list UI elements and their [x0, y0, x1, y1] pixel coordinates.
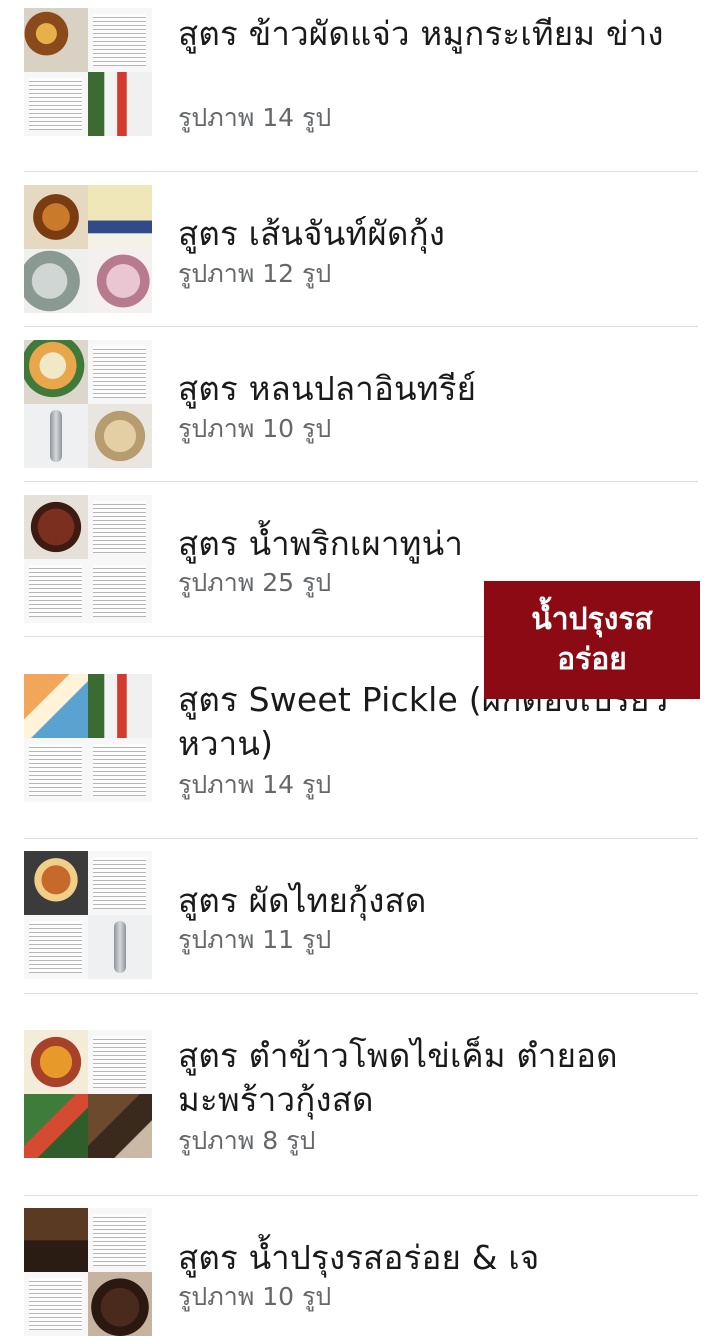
photo-tile: [88, 1030, 152, 1094]
photo-tile: [88, 340, 152, 404]
photo-tile: [24, 1030, 88, 1094]
album-title[interactable]: สูตร เส้นจันท์ผัดกุ้ง: [178, 212, 678, 256]
photo-tile: [24, 915, 88, 979]
photo-tile: [88, 404, 152, 468]
divider: [24, 171, 698, 172]
photo-tile: [88, 495, 152, 559]
photo-count: รูปภาพ 10 รูป: [178, 414, 332, 443]
album-thumbnail[interactable]: [24, 340, 152, 468]
photo-tile: [24, 674, 88, 738]
album-thumbnail[interactable]: [24, 8, 152, 136]
divider: [24, 481, 698, 482]
photo-tile: [88, 249, 152, 313]
photo-tile: [24, 340, 88, 404]
photo-tile: [88, 185, 152, 249]
photo-count: รูปภาพ 10 รูป: [178, 1282, 332, 1311]
photo-tile: [24, 404, 88, 468]
album-thumbnail[interactable]: [24, 851, 152, 979]
album-title[interactable]: สูตร หลนปลาอินทรีย์: [178, 367, 678, 411]
photo-count: รูปภาพ 14 รูป: [178, 103, 332, 132]
photo-tile: [24, 1094, 88, 1158]
photo-tile: [88, 559, 152, 623]
divider: [24, 993, 698, 994]
album-thumbnail[interactable]: [24, 185, 152, 313]
divider: [24, 326, 698, 327]
photo-tile: [88, 738, 152, 802]
album-title[interactable]: สูตร น้ำพริกเผาทูน่า: [178, 522, 678, 566]
photo-tile: [24, 495, 88, 559]
album-thumbnail[interactable]: [24, 674, 152, 802]
photo-tile: [24, 249, 88, 313]
album-title[interactable]: สูตร ข้าวผัดแจ่ว หมูกระเทียม ข่าง: [178, 12, 678, 56]
album-thumbnail[interactable]: [24, 495, 152, 623]
photo-tile: [88, 915, 152, 979]
photo-tile: [88, 1208, 152, 1272]
photo-tile: [88, 1272, 152, 1336]
photo-count: รูปภาพ 25 รูป: [178, 568, 332, 597]
overlay-label-text: น้ำปรุงรส อร่อย: [531, 602, 653, 677]
photo-count: รูปภาพ 8 รูป: [178, 1126, 316, 1155]
photo-tile: [88, 1094, 152, 1158]
album-title[interactable]: สูตร น้ำปรุงรสอร่อย & เจ: [178, 1236, 678, 1280]
photo-count: รูปภาพ 14 รูป: [178, 770, 332, 799]
photo-tile: [24, 1272, 88, 1336]
photo-tile: [24, 8, 88, 72]
photo-tile: [24, 185, 88, 249]
album-thumbnail[interactable]: [24, 1208, 152, 1336]
photo-tile: [24, 738, 88, 802]
photo-tile: [24, 851, 88, 915]
divider: [24, 1195, 698, 1196]
overlay-label: น้ำปรุงรส อร่อย: [484, 581, 700, 699]
album-thumbnail[interactable]: [24, 1030, 152, 1158]
photo-tile: [88, 8, 152, 72]
divider: [24, 838, 698, 839]
album-title[interactable]: สูตร ตำข้าวโพดไข่เค็ม ตำยอดมะพร้าวกุ้งสด: [178, 1034, 678, 1122]
photo-tile: [88, 851, 152, 915]
photo-tile: [88, 72, 152, 136]
photo-tile: [24, 72, 88, 136]
photo-tile: [24, 559, 88, 623]
photo-tile: [24, 1208, 88, 1272]
photo-count: รูปภาพ 12 รูป: [178, 259, 332, 288]
album-title[interactable]: สูตร ผัดไทยกุ้งสด: [178, 879, 678, 923]
photo-tile: [88, 674, 152, 738]
photo-count: รูปภาพ 11 รูป: [178, 925, 332, 954]
